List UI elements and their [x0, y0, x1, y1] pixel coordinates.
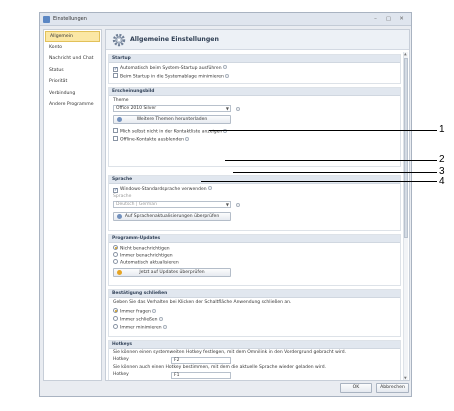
callout-line-2 — [225, 160, 437, 161]
info-icon — [222, 65, 227, 69]
sidebar-item-status[interactable]: Status — [45, 66, 100, 77]
section-language: Sprache ✓ Windows-Standardsprache verwend… — [108, 175, 401, 231]
section-title: Bestätigung schließen — [109, 290, 400, 298]
section-title: Hotkeys — [109, 341, 400, 349]
scroll-up-icon[interactable]: ▲ — [404, 52, 407, 56]
info-icon — [236, 203, 240, 207]
scroll-thumb[interactable] — [404, 58, 408, 238]
download-themes-button[interactable]: Weitere Themen herunterladen — [113, 115, 231, 124]
sidebar-item-prioritaet[interactable]: Priorität — [45, 77, 100, 88]
hotkey-description-2: Sie können auch einen Hotkey bestimmen, … — [113, 365, 326, 370]
check-updates-button[interactable]: Jetzt auf Updates überprüfen — [113, 268, 231, 277]
hotkey-description-1: Sie können einen systemweiten Hotkey fes… — [113, 350, 347, 355]
callout-number-4: 4 — [439, 176, 445, 187]
callout-number-1: 1 — [439, 124, 445, 135]
sidebar-item-nachricht[interactable]: Nachricht und Chat — [45, 54, 100, 65]
hide-offline-row[interactable]: Offline-Kontakte ausblenden — [113, 136, 189, 144]
globe-icon — [117, 214, 122, 219]
info-icon — [162, 324, 167, 329]
info-icon — [207, 186, 212, 190]
settings-content: Allgemeine Einstellungen ▲ ▼ Startup ✓ Au… — [105, 29, 410, 381]
section-appearance: Erscheinungsbild Theme Office 2010 Silve… — [108, 87, 401, 167]
info-icon — [224, 73, 229, 78]
info-icon — [158, 316, 163, 321]
ok-button[interactable]: OK — [340, 383, 372, 393]
confirm-description: Geben Sie das Verhalten bei Klicken der … — [113, 300, 292, 305]
section-updates: Programm-Updates Nicht benachrichtigen I… — [108, 234, 401, 286]
theme-label: Theme — [113, 98, 129, 103]
callout-line-3 — [233, 172, 437, 173]
checkbox[interactable] — [113, 128, 118, 133]
radio[interactable] — [113, 316, 118, 321]
auto-start-row[interactable]: ✓ Automatisch beim System-Startup ausführ… — [113, 65, 227, 72]
confirm-option-close[interactable]: Immer schließen — [113, 316, 163, 324]
sidebar-item-allgemein[interactable]: Allgemein — [45, 31, 100, 42]
info-icon — [151, 308, 156, 313]
title-bar: Einstellungen – ▢ ✕ — [40, 13, 411, 26]
section-startup: Startup ✓ Automatisch beim System-Startup… — [108, 54, 401, 84]
section-title: Startup — [109, 55, 400, 63]
confirm-option-ask[interactable]: Immer fragen — [113, 308, 156, 316]
callout-number-2: 2 — [439, 154, 445, 165]
checkbox[interactable] — [113, 136, 118, 141]
window-title: Einstellungen — [53, 16, 87, 22]
scroll-down-icon[interactable]: ▼ — [404, 376, 407, 380]
section-title: Sprache — [109, 176, 400, 184]
page-header: Allgemeine Einstellungen — [106, 30, 409, 50]
hotkey-label-1: Hotkey — [113, 357, 129, 362]
hotkey-label-2: Hotkey — [113, 372, 129, 377]
section-confirm-close: Bestätigung schließen Geben Sie das Verh… — [108, 289, 401, 337]
sidebar-item-konto[interactable]: Konto — [45, 43, 100, 54]
gear-icon — [112, 33, 126, 47]
close-icon[interactable]: ✕ — [398, 16, 405, 23]
section-hotkeys: Hotkeys Sie können einen systemweiten Ho… — [108, 340, 401, 380]
cancel-button[interactable]: Abbrechen — [376, 383, 409, 393]
minimize-tray-row[interactable]: Beim Startup in die Systemablage minimie… — [113, 73, 229, 81]
hotkey-input-2[interactable]: F1 — [171, 372, 231, 379]
update-icon — [117, 270, 122, 275]
checkbox-checked[interactable]: ✓ — [113, 66, 118, 72]
callout-line-1 — [209, 130, 437, 131]
scrollbar[interactable]: ▲ ▼ — [403, 52, 408, 380]
section-title: Erscheinungsbild — [109, 88, 400, 96]
confirm-option-minimize[interactable]: Immer minimieren — [113, 324, 167, 332]
language-select[interactable]: Deutsch | German ▼ — [113, 201, 231, 208]
language-label: Sprache — [113, 194, 132, 199]
info-icon — [184, 136, 189, 141]
windows-language-row[interactable]: ✓ Windows-Standardsprache verwenden — [113, 186, 212, 193]
theme-select[interactable]: Office 2010 Silver ▼ — [113, 105, 231, 112]
app-icon — [43, 16, 50, 23]
callout-line-4 — [201, 181, 437, 182]
minimize-icon[interactable]: – — [372, 16, 379, 23]
page-title: Allgemeine Einstellungen — [130, 36, 219, 43]
chevron-down-icon: ▼ — [225, 202, 229, 207]
maximize-icon[interactable]: ▢ — [385, 16, 392, 23]
radio-selected[interactable] — [113, 245, 118, 250]
checkbox[interactable] — [113, 73, 118, 78]
radio[interactable] — [113, 259, 118, 264]
radio[interactable] — [113, 324, 118, 329]
info-icon — [236, 107, 240, 111]
sidebar-item-andere[interactable]: Andere Programme — [45, 100, 100, 111]
radio-selected[interactable] — [113, 308, 118, 313]
sidebar-item-verbindung[interactable]: Verbindung — [45, 89, 100, 100]
settings-window: Einstellungen – ▢ ✕ Allgemein Konto Nach… — [39, 12, 412, 397]
update-option-auto[interactable]: Automatisch aktualisieren — [113, 259, 179, 267]
checkbox-checked[interactable]: ✓ — [113, 187, 118, 193]
section-title: Programm-Updates — [109, 235, 400, 243]
chevron-down-icon: ▼ — [225, 106, 229, 111]
globe-icon — [117, 117, 122, 122]
language-update-button[interactable]: Auf Sprachenaktualisierungen überprüfen — [113, 212, 231, 221]
hotkey-input-1[interactable]: F2 — [171, 357, 231, 364]
radio[interactable] — [113, 252, 118, 257]
sidebar: Allgemein Konto Nachricht und Chat Statu… — [43, 29, 102, 381]
